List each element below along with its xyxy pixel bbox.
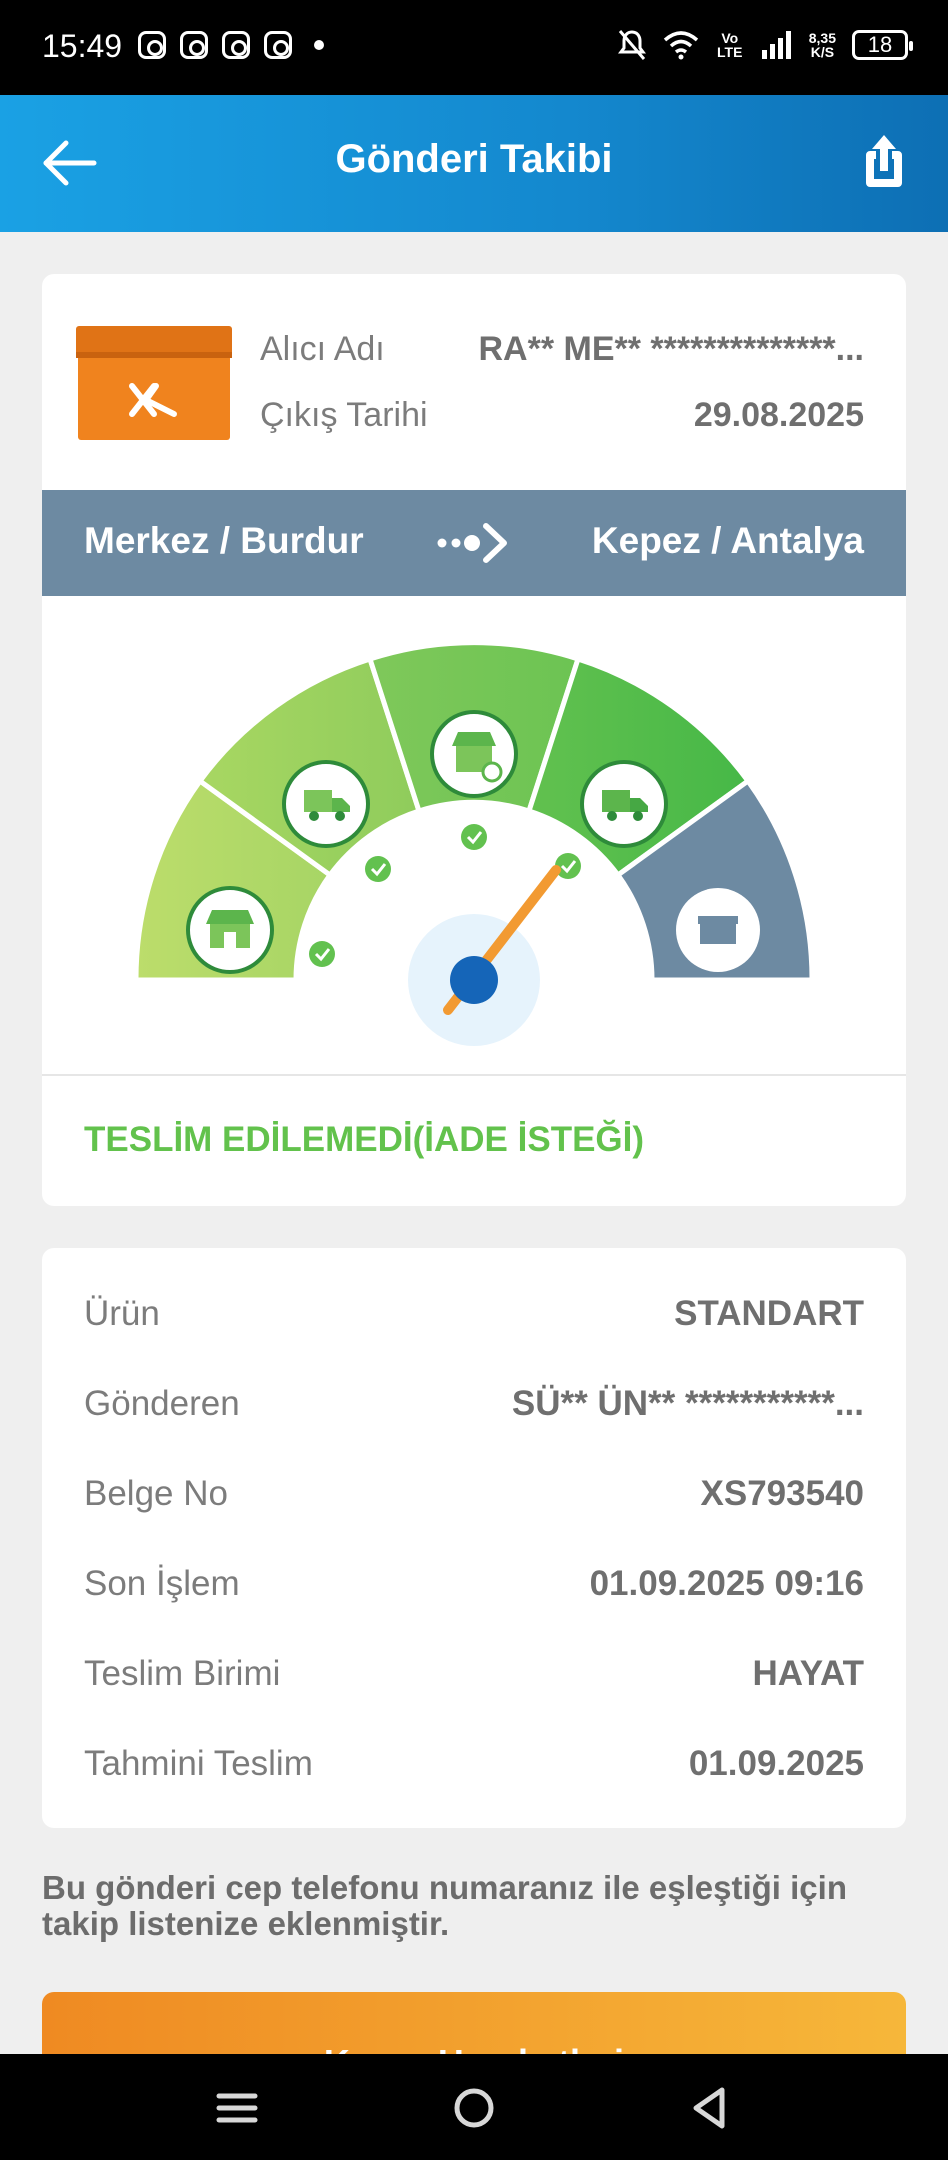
instagram-icon xyxy=(138,31,166,59)
menu-icon[interactable] xyxy=(207,2080,267,2136)
instagram-icon xyxy=(222,31,250,59)
detail-label-last-action: Son İşlem xyxy=(84,1564,240,1603)
battery-icon: 18 xyxy=(852,30,913,60)
notification-icons xyxy=(138,31,324,59)
system-nav-bar xyxy=(0,2054,948,2160)
needle-hub xyxy=(450,956,498,1004)
system-icons: Vo LTE 8,35 K/S 18 xyxy=(617,28,913,62)
detail-label-product: Ürün xyxy=(84,1294,160,1333)
app-header: Gönderi Takibi xyxy=(0,95,948,232)
status-time: 15:49 xyxy=(42,28,123,64)
progress-gauge xyxy=(133,640,815,1046)
tracking-note: Bu gönderi cep telefonu numaranız ile eş… xyxy=(42,1869,847,1942)
detail-value-sender: SÜ** ÜN** ***********... xyxy=(511,1384,864,1423)
detail-label-sender: Gönderen xyxy=(84,1384,240,1423)
wifi-icon xyxy=(663,31,698,60)
mute-bell-icon xyxy=(617,30,646,60)
network-speed: 8,35 K/S xyxy=(808,30,836,60)
status-bar: 15:49 Vo LTE 8,35 K/S 18 xyxy=(0,0,948,95)
shipment-status: TESLİM EDİLEMEDİ(İADE İSTEĞİ) xyxy=(84,1120,645,1159)
recipient-label: Alıcı Adı xyxy=(260,330,385,368)
delivered-box-icon xyxy=(676,888,760,972)
shipment-card: Alıcı Adı RA** ME** **************... Çı… xyxy=(42,274,906,1206)
details-card: Ürün STANDART Gönderen SÜ** ÜN** *******… xyxy=(42,1248,906,1828)
detail-value-estimated-delivery: 01.09.2025 xyxy=(688,1744,864,1783)
package-icon xyxy=(76,326,232,440)
truck-icon xyxy=(282,760,370,848)
route-origin: Merkez / Burdur xyxy=(84,520,364,561)
detail-value-product: STANDART xyxy=(674,1294,864,1333)
signal-icon xyxy=(761,31,791,59)
detail-label-document: Belge No xyxy=(84,1474,228,1513)
departure-label: Çıkış Tarihi xyxy=(260,396,428,434)
recipient-value: RA** ME** **************... xyxy=(478,330,864,368)
route-bar: Merkez / Burdur Kepez / Antalya xyxy=(42,490,906,596)
detail-value-last-action: 01.09.2025 09:16 xyxy=(589,1564,864,1603)
route-destination: Kepez / Antalya xyxy=(591,520,864,561)
branch-store-icon xyxy=(186,886,274,974)
step-check-icon xyxy=(365,856,391,882)
detail-value-document: XS793540 xyxy=(700,1474,864,1513)
route-arrow-icon xyxy=(437,523,507,563)
delivery-truck-icon xyxy=(580,760,668,848)
step-check-icon xyxy=(309,941,335,967)
app-notification-icon xyxy=(264,31,292,59)
app-notification-icon xyxy=(180,31,208,59)
step-check-icon xyxy=(461,824,487,850)
detail-value-delivery-unit: HAYAT xyxy=(752,1654,864,1693)
volte-indicator: Vo LTE xyxy=(717,30,743,60)
page-title: Gönderi Takibi xyxy=(335,137,613,181)
back-icon[interactable] xyxy=(680,2080,740,2136)
transfer-center-icon xyxy=(430,710,518,798)
home-icon[interactable] xyxy=(444,2080,504,2136)
departure-value: 29.08.2025 xyxy=(693,396,864,434)
card-divider xyxy=(42,1074,906,1076)
more-notifications-icon xyxy=(314,40,324,50)
share-icon[interactable] xyxy=(862,133,906,189)
detail-label-estimated-delivery: Tahmini Teslim xyxy=(84,1744,313,1783)
detail-label-delivery-unit: Teslim Birimi xyxy=(84,1654,281,1693)
